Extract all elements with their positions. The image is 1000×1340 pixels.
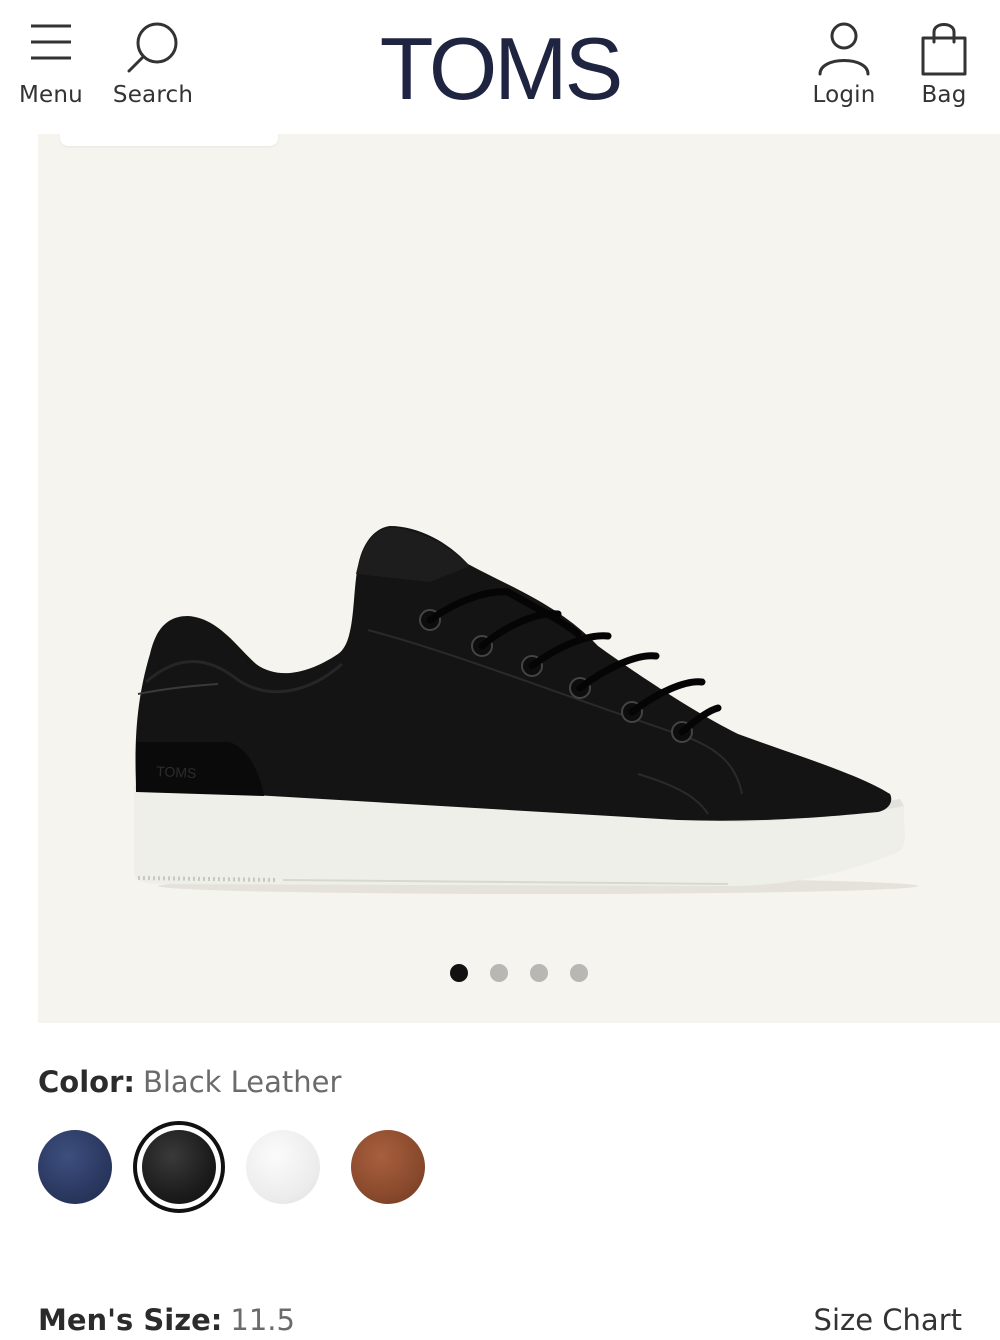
color-swatch-black-selected[interactable] xyxy=(133,1121,225,1213)
search-button[interactable]: Search xyxy=(106,14,200,124)
gallery-dot-4[interactable] xyxy=(570,964,588,982)
menu-label: Menu xyxy=(19,82,83,108)
size-label: Men's Size: xyxy=(38,1303,223,1337)
size-chart-link[interactable]: Size Chart xyxy=(814,1300,962,1340)
login-label: Login xyxy=(812,82,876,108)
color-swatch-navy[interactable] xyxy=(38,1130,112,1204)
gallery-dot-3[interactable] xyxy=(530,964,548,982)
size-value: 11.5 xyxy=(230,1303,295,1337)
color-label: Color: xyxy=(38,1065,135,1099)
bag-label: Bag xyxy=(921,82,967,108)
color-swatch-white[interactable] xyxy=(246,1130,320,1204)
svg-text:TOMS: TOMS xyxy=(156,763,197,781)
menu-button[interactable]: Menu xyxy=(10,14,92,124)
search-icon xyxy=(125,20,181,80)
color-swatch-brown[interactable] xyxy=(351,1130,425,1204)
hamburger-menu-icon xyxy=(29,20,73,68)
color-swatch-black-fill xyxy=(142,1130,216,1204)
product-image-gallery[interactable]: TOMS xyxy=(38,134,1000,1023)
search-label: Search xyxy=(112,82,194,108)
login-button[interactable]: Login xyxy=(806,14,882,124)
top-header: Menu Search TOMS Login Bag xyxy=(0,0,1000,134)
gallery-pagination xyxy=(38,964,1000,984)
toms-logo[interactable]: TOMS xyxy=(370,22,630,116)
user-account-icon xyxy=(817,20,871,80)
gallery-dot-2[interactable] xyxy=(490,964,508,982)
shopping-bag-icon xyxy=(920,20,968,80)
gallery-dot-1[interactable] xyxy=(450,964,468,982)
color-value: Black Leather xyxy=(142,1065,342,1099)
color-selection-label: Color: Black Leather xyxy=(38,1062,341,1102)
bag-button[interactable]: Bag xyxy=(906,14,982,124)
product-image-sneaker: TOMS xyxy=(134,526,918,894)
size-selection-label: Men's Size: 11.5 xyxy=(38,1300,295,1340)
